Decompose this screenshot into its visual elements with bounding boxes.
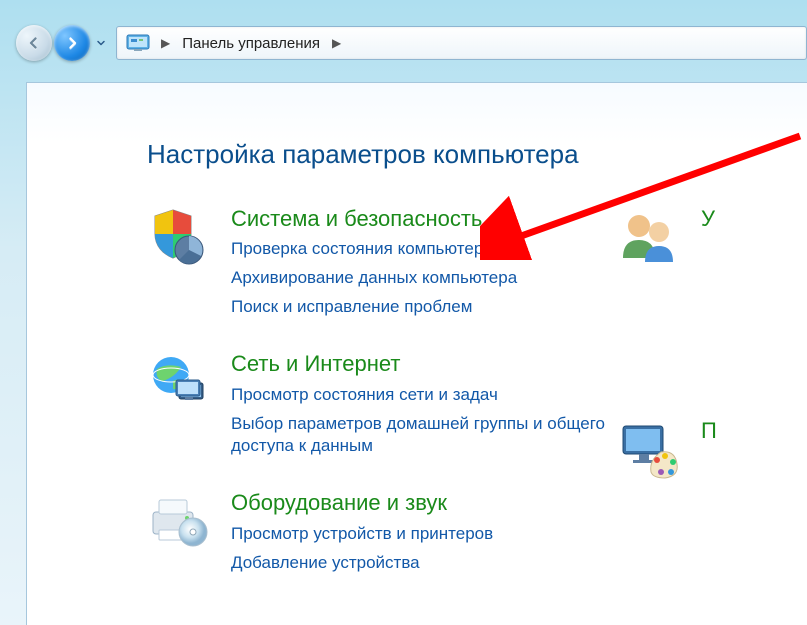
content-panel: Настройка параметров компьютера [26, 82, 807, 625]
sublink[interactable]: Просмотр устройств и принтеров [231, 523, 493, 546]
breadcrumb-item[interactable]: Панель управления [176, 31, 326, 56]
shield-icon [147, 206, 211, 270]
sublink[interactable]: Поиск и исправление проблем [231, 296, 517, 319]
nav-history-dropdown[interactable] [92, 25, 110, 61]
sublink[interactable]: Просмотр состояния сети и задач [231, 384, 617, 407]
nav-buttons [16, 25, 110, 61]
arrow-right-icon [63, 34, 81, 52]
user-accounts-icon [617, 206, 681, 270]
category-link-hardware[interactable]: Оборудование и звук [231, 490, 493, 516]
category-link-network[interactable]: Сеть и Интернет [231, 351, 617, 377]
category-system-security: Система и безопасность Проверка состояни… [147, 206, 617, 319]
chevron-down-icon [95, 37, 107, 49]
category-link-system-security[interactable]: Система и безопасность [231, 206, 517, 232]
sublink[interactable]: Выбор параметров домашней группы и общег… [231, 413, 617, 459]
forward-button[interactable] [54, 25, 90, 61]
back-button[interactable] [16, 25, 52, 61]
category-link-appearance[interactable]: П [701, 418, 717, 444]
page-title: Настройка параметров компьютера [147, 139, 777, 170]
control-panel-icon [125, 32, 151, 54]
sublink[interactable]: Проверка состояния компьютера [231, 238, 517, 261]
category-user-accounts: У [617, 206, 777, 270]
appearance-icon [617, 418, 681, 482]
globe-network-icon [147, 351, 211, 415]
category-link-users[interactable]: У [701, 206, 715, 232]
nav-bar: ▶ Панель управления ▶ [16, 20, 807, 66]
printer-hardware-icon [147, 490, 211, 554]
category-appearance: П [617, 418, 777, 482]
category-network-internet: Сеть и Интернет Просмотр состояния сети … [147, 351, 617, 458]
breadcrumb-separator-icon: ▶ [161, 36, 170, 50]
category-list: Система и безопасность Проверка состояни… [147, 206, 777, 575]
breadcrumb[interactable]: ▶ Панель управления ▶ [116, 26, 807, 60]
arrow-left-icon [25, 34, 43, 52]
category-hardware-sound: Оборудование и звук Просмотр устройств и… [147, 490, 617, 574]
sublink[interactable]: Архивирование данных компьютера [231, 267, 517, 290]
sublink[interactable]: Добавление устройства [231, 552, 493, 575]
breadcrumb-separator-icon[interactable]: ▶ [332, 36, 341, 50]
